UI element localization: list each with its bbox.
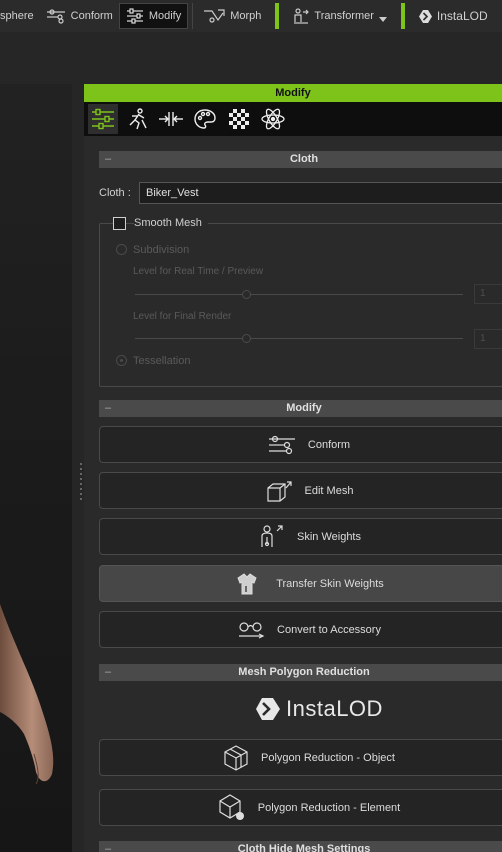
toolbar-sphere-label: sphere [0,10,34,22]
polygon-reduction-element-label: Polygon Reduction - Element [257,801,401,814]
toolbar-transformer-label: Transformer [314,10,374,22]
level-realtime-slider-track[interactable] [135,294,463,295]
edit-mesh-icon [266,480,292,502]
transfer-skin-weights-icon [237,572,257,594]
atom-physics-icon [261,108,285,130]
level-final-slider-track[interactable] [135,338,463,339]
skin-weights-icon [261,524,283,547]
toolbar-conform-label: Conform [70,10,113,22]
hide-mesh-section-header[interactable]: – Cloth Hide Mesh Settings [99,841,502,852]
collapse-icon[interactable]: – [105,664,111,681]
smooth-mesh-label: Smooth Mesh [134,217,208,229]
toolbar-modify-label: Modify [148,10,182,22]
cloth-label: Cloth : [99,187,131,199]
tab-physics[interactable] [258,104,288,134]
conform-icon [268,435,295,454]
toolbar-accent-bar [275,3,280,29]
toolbar-modify[interactable]: Modify [118,3,189,29]
toolbar-instalod-label: InstaLOD [436,9,488,23]
level-realtime-label: Level for Real Time / Preview [133,266,264,277]
instalod-logo-icon [256,698,280,720]
toolbar-instalod[interactable]: InstaLOD [413,3,488,29]
toolbar-morph[interactable]: Morph [197,3,267,29]
skin-weights-button-label: Skin Weights [297,530,361,543]
skin-weights-button[interactable]: Skin Weights [99,518,502,555]
toolbar-sphere[interactable]: sphere [0,3,40,29]
convert-to-accessory-button-label: Convert to Accessory [277,623,381,636]
modify-panel: Modify – Cloth Cloth : Biker_Vest Smooth… [84,84,502,852]
modify-section-title: Modify [286,402,322,414]
level-final-input[interactable]: 1 [474,329,502,349]
instalod-logo-text: InstaLOD [286,696,383,721]
3d-viewport[interactable] [0,84,72,852]
transformer-icon [294,8,310,24]
sliders-icon [92,108,114,130]
level-realtime-input[interactable]: 1 [474,284,502,304]
character-hand-image [0,604,54,785]
convert-to-accessory-button[interactable]: Convert to Accessory [99,611,502,648]
collapse-icon[interactable]: – [105,841,111,852]
tessellation-radio[interactable] [116,355,127,366]
subdivision-label: Subdivision [133,244,190,256]
tab-appearance[interactable] [190,104,220,134]
polygon-element-icon [219,793,244,820]
compress-icon [159,112,183,126]
tab-texture[interactable] [224,104,254,134]
transfer-skin-weights-button[interactable]: Transfer Skin Weights [99,565,502,602]
cloth-name-field[interactable]: Biker_Vest [139,182,502,204]
level-final-label: Level for Final Render [133,311,232,322]
cloth-section-title: Cloth [289,153,319,165]
toolbar-accent-bar-2 [400,3,405,29]
polygon-object-icon [224,744,248,771]
sliders-icon [126,8,143,24]
toolbar-morph-label: Morph [230,10,262,22]
smooth-mesh-checkbox[interactable] [113,217,126,230]
toolbar-transformer[interactable]: Transformer [287,3,393,29]
toolbar-conform[interactable]: Conform [40,3,119,29]
conform-button-label: Conform [307,438,351,451]
morph-icon [204,9,225,23]
reduction-section-title: Mesh Polygon Reduction [238,666,370,678]
reduction-section-header[interactable]: – Mesh Polygon Reduction [99,664,502,681]
palette-icon [194,109,216,129]
running-figure-icon [129,108,147,130]
toolbar-divider [192,3,194,29]
conform-icon [46,9,65,24]
level-realtime-slider-knob[interactable] [242,290,251,299]
tab-modify[interactable] [88,104,118,134]
conform-button[interactable]: Conform [99,426,502,463]
panel-tab-bar [84,102,502,136]
dropdown-arrow-icon[interactable] [378,17,387,23]
subdivision-radio[interactable] [116,244,127,255]
instalod-logo-icon [418,9,432,23]
edit-mesh-button[interactable]: Edit Mesh [99,472,502,509]
level-final-slider-knob[interactable] [242,334,251,343]
toolbar-spacer [0,32,502,84]
collapse-icon[interactable]: – [105,400,111,417]
polygon-reduction-object-button[interactable]: Polygon Reduction - Object [99,739,502,776]
instalod-logo: InstaLOD [256,696,383,722]
checker-texture-icon [229,109,249,129]
edit-mesh-button-label: Edit Mesh [304,484,354,497]
transfer-skin-weights-button-label: Transfer Skin Weights [276,577,384,590]
cloth-section-header[interactable]: – Cloth [99,151,502,168]
tessellation-label: Tessellation [133,355,191,367]
main-toolbar: sphere Conform Modify Morph Transformer … [0,0,502,32]
panel-title: Modify [84,84,502,102]
tab-compress[interactable] [156,104,186,134]
collapse-icon[interactable]: – [105,151,111,168]
convert-accessory-icon [239,621,265,639]
polygon-reduction-object-label: Polygon Reduction - Object [261,751,395,764]
polygon-reduction-element-button[interactable]: Polygon Reduction - Element [99,789,502,826]
modify-section-header[interactable]: – Modify [99,400,502,417]
tab-motion[interactable] [122,104,152,134]
hide-mesh-section-title: Cloth Hide Mesh Settings [237,843,371,852]
